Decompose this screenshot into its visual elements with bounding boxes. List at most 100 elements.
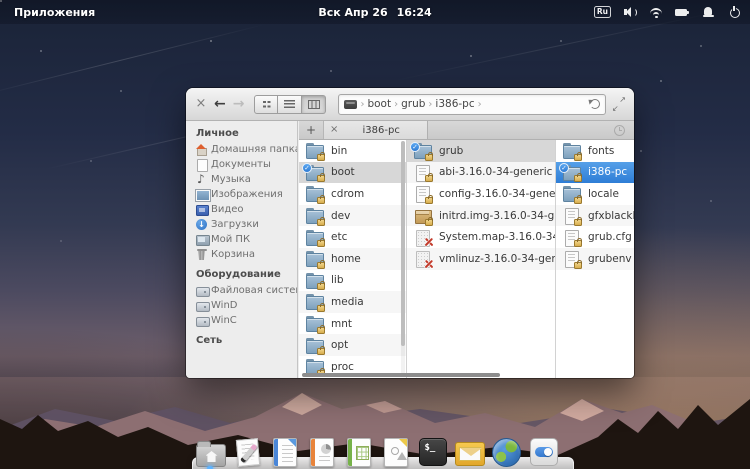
history-icon[interactable] bbox=[614, 125, 625, 136]
file-icon bbox=[563, 208, 580, 224]
file-item-fonts[interactable]: fonts bbox=[556, 140, 634, 162]
column-boot: grub abi-3.16.0-34-generic config-3.16.0… bbox=[407, 140, 556, 378]
file-item-lib[interactable]: lib bbox=[299, 270, 406, 292]
sidebar-item-home[interactable]: Домашняя папка bbox=[186, 142, 297, 157]
miller-columns: bin boot cdrom dev etc home lib media mn… bbox=[299, 140, 634, 378]
battery-icon[interactable] bbox=[675, 5, 689, 19]
toggle-icon bbox=[535, 447, 553, 457]
file-item-mnt[interactable]: mnt bbox=[299, 313, 406, 335]
selected-check-emblem bbox=[559, 163, 569, 173]
document-icon bbox=[195, 159, 208, 171]
dock-item-files[interactable] bbox=[194, 432, 227, 468]
file-item-system-map[interactable]: System.map-3.16.0-34-generic bbox=[407, 226, 555, 248]
lock-emblem bbox=[317, 175, 325, 182]
keyboard-layout-indicator[interactable]: Ru bbox=[594, 6, 611, 18]
file-item-initrd[interactable]: initrd.img-3.16.0-34-generic bbox=[407, 205, 555, 227]
wifi-icon[interactable] bbox=[649, 5, 663, 19]
tab-close-button[interactable]: × bbox=[330, 125, 338, 135]
power-icon[interactable] bbox=[727, 5, 741, 19]
notifications-icon[interactable] bbox=[701, 5, 715, 19]
file-item-boot[interactable]: boot bbox=[299, 162, 406, 184]
file-icon bbox=[563, 251, 580, 267]
dock-item-impress[interactable] bbox=[305, 432, 338, 468]
file-item-grubenv[interactable]: grubenv bbox=[556, 248, 634, 270]
file-item-etc[interactable]: etc bbox=[299, 226, 406, 248]
dock-item-settings[interactable] bbox=[527, 432, 560, 468]
file-item-i386-pc[interactable]: i386-pc bbox=[556, 162, 634, 184]
file-icon bbox=[563, 229, 580, 245]
sidebar-item-pictures[interactable]: Изображения bbox=[186, 187, 297, 202]
selected-check-emblem bbox=[302, 163, 312, 173]
text-editor-icon bbox=[235, 438, 259, 467]
view-grid-button[interactable] bbox=[254, 95, 278, 114]
columns-view-icon bbox=[308, 100, 320, 109]
file-item-cdrom[interactable]: cdrom bbox=[299, 183, 406, 205]
close-button[interactable]: × bbox=[195, 98, 207, 110]
file-item-config[interactable]: config-3.16.0-34-generic bbox=[407, 183, 555, 205]
filesystem-root-icon[interactable] bbox=[344, 100, 357, 109]
file-item-locale[interactable]: locale bbox=[556, 183, 634, 205]
applications-menu[interactable]: Приложения bbox=[14, 6, 95, 19]
breadcrumb-i386-pc[interactable]: i386-pc bbox=[435, 98, 474, 110]
horizontal-scrollbar[interactable] bbox=[302, 373, 500, 377]
file-icon bbox=[414, 186, 431, 202]
sidebar-item-music[interactable]: Музыка bbox=[186, 172, 297, 187]
file-item-grub[interactable]: grub bbox=[407, 140, 555, 162]
file-item-dev[interactable]: dev bbox=[299, 205, 406, 227]
volume-icon[interactable] bbox=[623, 5, 637, 19]
file-item-gfxblacklist[interactable]: gfxblacklist.txt bbox=[556, 205, 634, 227]
sidebar-item-wind[interactable]: WinD bbox=[186, 298, 297, 313]
music-icon bbox=[195, 174, 208, 186]
file-item-bin[interactable]: bin bbox=[299, 140, 406, 162]
file-item-abi[interactable]: abi-3.16.0-34-generic bbox=[407, 162, 555, 184]
dock: $_ bbox=[192, 429, 574, 469]
desktop: Приложения Вск Апр 2616:24 Ru × ← → bbox=[0, 0, 750, 469]
tab-i386-pc[interactable]: × i386-pc bbox=[324, 121, 428, 139]
sidebar-item-winc[interactable]: WinC bbox=[186, 313, 297, 328]
sidebar-item-my-pc[interactable]: Мой ПК bbox=[186, 232, 297, 247]
drive-icon bbox=[195, 285, 208, 297]
view-list-button[interactable] bbox=[278, 95, 302, 114]
back-button[interactable]: ← bbox=[214, 97, 226, 111]
package-icon bbox=[414, 208, 431, 224]
system-settings-icon bbox=[530, 438, 558, 466]
view-columns-button[interactable] bbox=[302, 95, 326, 114]
web-browser-icon bbox=[492, 438, 521, 467]
dock-item-terminal[interactable]: $_ bbox=[416, 432, 449, 468]
clock[interactable]: Вск Апр 2616:24 bbox=[318, 6, 431, 19]
sidebar-item-downloads[interactable]: Загрузки bbox=[186, 217, 297, 232]
folder-icon bbox=[306, 294, 323, 310]
sidebar-item-filesystem[interactable]: Файловая система bbox=[186, 283, 297, 298]
path-bar[interactable]: › boot › grub › i386-pc › bbox=[338, 94, 606, 115]
file-item-media[interactable]: media bbox=[299, 291, 406, 313]
file-item-grub-cfg[interactable]: grub.cfg bbox=[556, 226, 634, 248]
new-tab-button[interactable]: + bbox=[299, 121, 324, 139]
breadcrumb-boot[interactable]: boot bbox=[367, 98, 391, 110]
refresh-button[interactable] bbox=[590, 99, 600, 109]
calc-icon bbox=[347, 438, 371, 467]
video-icon bbox=[195, 204, 208, 216]
sidebar-item-documents[interactable]: Документы bbox=[186, 157, 297, 172]
file-item-home[interactable]: home bbox=[299, 248, 406, 270]
vertical-scrollbar[interactable] bbox=[401, 141, 405, 374]
dock-item-calc[interactable] bbox=[342, 432, 375, 468]
dock-item-mail[interactable] bbox=[453, 432, 486, 468]
forward-button[interactable]: → bbox=[233, 97, 245, 111]
folder-icon bbox=[563, 164, 580, 180]
breadcrumb-grub[interactable]: grub bbox=[401, 98, 425, 110]
dock-item-text-editor[interactable] bbox=[231, 432, 264, 468]
file-item-opt[interactable]: opt bbox=[299, 334, 406, 356]
maximize-button[interactable] bbox=[613, 98, 625, 110]
folder-icon bbox=[306, 272, 323, 288]
dock-item-writer[interactable] bbox=[268, 432, 301, 468]
computer-icon bbox=[195, 234, 208, 246]
sidebar-item-trash[interactable]: Корзина bbox=[186, 247, 297, 262]
writer-icon bbox=[273, 438, 297, 467]
sidebar-item-videos[interactable]: Видео bbox=[186, 202, 297, 217]
dock-item-draw[interactable] bbox=[379, 432, 412, 468]
image-icon bbox=[195, 189, 208, 201]
column-root: bin boot cdrom dev etc home lib media mn… bbox=[299, 140, 407, 378]
folder-icon bbox=[306, 229, 323, 245]
file-item-vmlinuz[interactable]: vmlinuz-3.16.0-34-generic bbox=[407, 248, 555, 270]
dock-item-browser[interactable] bbox=[490, 432, 523, 468]
